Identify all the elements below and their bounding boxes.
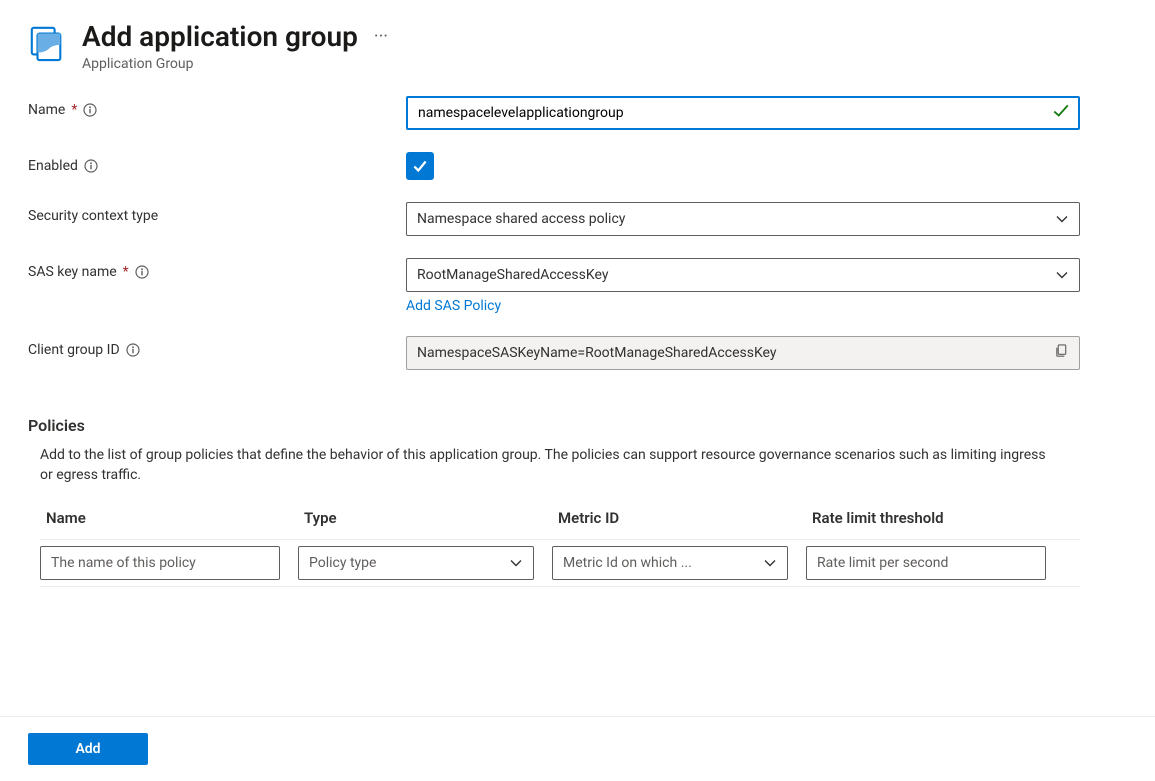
footer: Add <box>0 716 1155 781</box>
chevron-down-icon <box>509 556 523 570</box>
policy-rate-input[interactable] <box>806 546 1046 580</box>
policy-metric-select[interactable]: Metric Id on which ... <box>552 546 788 580</box>
policy-type-select[interactable]: Policy type <box>298 546 534 580</box>
policies-heading: Policies <box>28 416 1127 435</box>
policy-col-name: Name <box>46 509 286 527</box>
policy-table-header: Name Type Metric ID Rate limit threshold <box>40 505 1080 539</box>
add-sas-policy-link[interactable]: Add SAS Policy <box>406 298 501 314</box>
name-input[interactable] <box>406 96 1080 130</box>
enabled-label: Enabled <box>28 158 78 174</box>
page-header: Add application group ··· Application Gr… <box>0 0 1155 80</box>
copy-icon[interactable] <box>1054 343 1069 362</box>
info-icon[interactable] <box>83 103 97 117</box>
sas-key-name-label: SAS key name <box>28 264 117 280</box>
enabled-checkbox[interactable] <box>406 152 434 180</box>
info-icon[interactable] <box>84 159 98 173</box>
page-title: Add application group <box>82 20 358 54</box>
chevron-down-icon <box>1055 212 1069 226</box>
required-indicator: * <box>71 102 77 118</box>
info-icon[interactable] <box>135 265 149 279</box>
security-context-type-label: Security context type <box>28 208 158 224</box>
policy-col-metric: Metric ID <box>558 509 794 527</box>
chevron-down-icon <box>1055 268 1069 282</box>
required-indicator: * <box>123 264 129 280</box>
page-subtitle: Application Group <box>82 56 1127 72</box>
policy-row: Policy type Metric Id on which ... <box>40 539 1080 587</box>
chevron-down-icon <box>763 556 777 570</box>
policies-description: Add to the list of group policies that d… <box>28 445 1048 486</box>
policy-col-rate: Rate limit threshold <box>812 509 1052 527</box>
more-actions-button[interactable]: ··· <box>374 26 388 48</box>
valid-check-icon <box>1052 102 1070 124</box>
security-context-type-select[interactable]: Namespace shared access policy <box>406 202 1080 236</box>
policy-name-input[interactable] <box>40 546 280 580</box>
name-label: Name <box>28 102 65 118</box>
client-group-id-label: Client group ID <box>28 342 120 358</box>
add-button[interactable]: Add <box>28 733 148 765</box>
application-group-icon <box>28 24 66 62</box>
info-icon[interactable] <box>126 343 140 357</box>
client-group-id-field: NamespaceSASKeyName=RootManageSharedAcce… <box>406 336 1080 370</box>
sas-key-name-select[interactable]: RootManageSharedAccessKey <box>406 258 1080 292</box>
policy-col-type: Type <box>304 509 540 527</box>
